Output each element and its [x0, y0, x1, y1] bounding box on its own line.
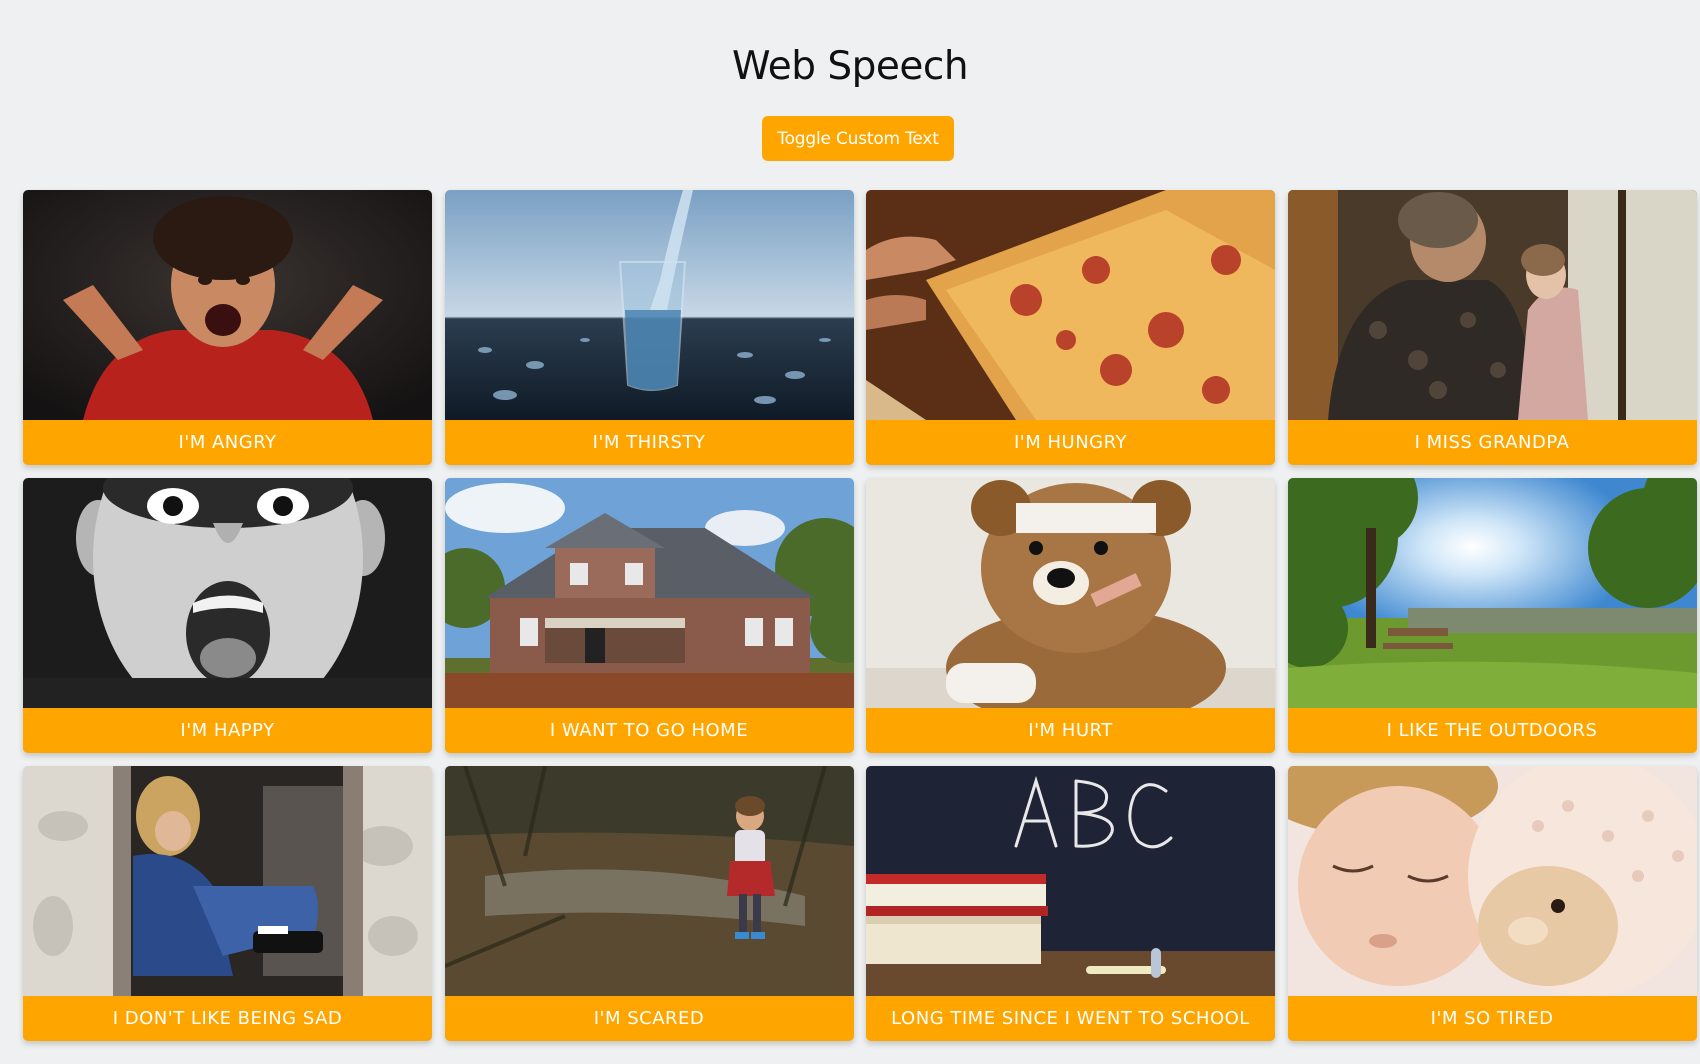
card-caption: I'M HUNGRY: [866, 420, 1275, 465]
phrase-card[interactable]: I'M HUNGRY: [866, 190, 1275, 465]
card-caption: I WANT TO GO HOME: [444, 708, 854, 753]
grandparent-and-child-photo: [1287, 190, 1697, 420]
card-caption: I'M SCARED: [444, 996, 854, 1041]
phrase-card[interactable]: I MISS GRANDPA: [1287, 190, 1697, 465]
pizza-slice-photo: [866, 190, 1275, 420]
phrase-card[interactable]: I WANT TO GO HOME: [444, 478, 854, 753]
child-in-woods-photo: [444, 766, 854, 996]
bandaged-teddy-bear-photo: [866, 478, 1275, 708]
sleeping-child-photo: [1287, 766, 1697, 996]
card-caption: I'M HAPPY: [23, 708, 432, 753]
phrase-card[interactable]: I LIKE THE OUTDOORS: [1287, 478, 1697, 753]
phrase-card-grid: I'M ANGRY I'M THIRSTY I'M HUNGRY I MISS …: [23, 190, 1697, 1041]
card-caption: I'M ANGRY: [23, 420, 432, 465]
card-caption: I'M SO TIRED: [1287, 996, 1697, 1041]
chalkboard-abc-photo: [866, 766, 1275, 996]
phrase-card[interactable]: I DON'T LIKE BEING SAD: [23, 766, 432, 1041]
excited-boy-photo: [23, 478, 432, 708]
card-caption: I'M THIRSTY: [444, 420, 854, 465]
page-title: Web Speech: [731, 44, 969, 89]
glass-of-water-photo: [444, 190, 854, 420]
card-caption: I LIKE THE OUTDOORS: [1287, 708, 1697, 753]
angry-child-photo: [23, 190, 432, 420]
phrase-card[interactable]: I'M HURT: [866, 478, 1275, 753]
card-caption: I'M HURT: [866, 708, 1275, 753]
card-caption: I MISS GRANDPA: [1287, 420, 1697, 465]
phrase-card[interactable]: LONG TIME SINCE I WENT TO SCHOOL: [866, 766, 1275, 1041]
phrase-card[interactable]: I'M SO TIRED: [1287, 766, 1697, 1041]
toggle-custom-text-button[interactable]: Toggle Custom Text: [762, 116, 954, 161]
house-photo: [444, 478, 854, 708]
sad-child-doorway-photo: [23, 766, 432, 996]
phrase-card[interactable]: I'M ANGRY: [23, 190, 432, 465]
phrase-card[interactable]: I'M THIRSTY: [444, 190, 854, 465]
phrase-card[interactable]: I'M HAPPY: [23, 478, 432, 753]
card-caption: I DON'T LIKE BEING SAD: [23, 996, 432, 1041]
park-lake-photo: [1287, 478, 1697, 708]
card-caption: LONG TIME SINCE I WENT TO SCHOOL: [866, 996, 1275, 1041]
page: Web Speech Toggle Custom Text I'M ANGRY …: [0, 0, 1700, 1064]
phrase-card[interactable]: I'M SCARED: [444, 766, 854, 1041]
